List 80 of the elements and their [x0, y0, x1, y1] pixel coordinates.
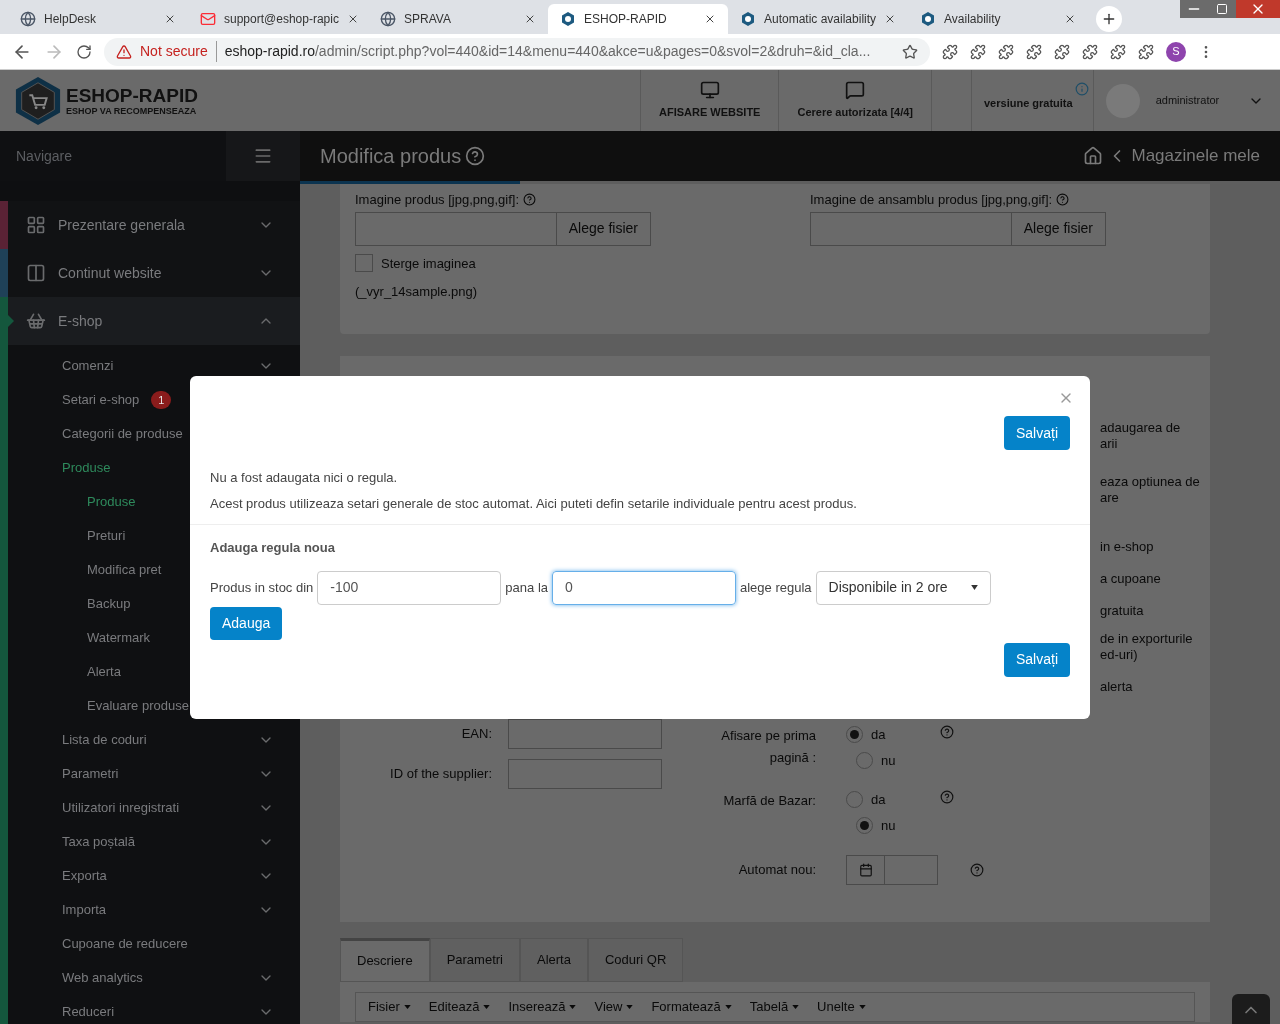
- content-tab[interactable]: Parametri: [429, 938, 520, 982]
- browser-tab[interactable]: ESHOP-RAPID: [548, 4, 728, 34]
- sidebar-item[interactable]: Continut website: [8, 249, 300, 297]
- submenu-item[interactable]: Cupoane de reducere: [8, 927, 300, 961]
- submenu-item[interactable]: Utilizatori inregistrati: [8, 791, 300, 825]
- editor-menu-button[interactable]: Fisier: [368, 997, 411, 1017]
- radio-label: nu: [881, 816, 896, 835]
- editor-menu-button[interactable]: View: [594, 997, 634, 1017]
- editor-menu-button[interactable]: Unelte: [817, 997, 866, 1017]
- option-text: a cupoane: [1100, 571, 1162, 587]
- browser-tab[interactable]: support@eshop-rapic: [188, 4, 368, 34]
- option-text: in e-shop: [1100, 539, 1155, 555]
- submenu-item[interactable]: Parametri: [8, 757, 300, 791]
- field-label: Marfă de Bazar:: [722, 792, 816, 810]
- number-field[interactable]: 0: [552, 570, 736, 605]
- content-tab[interactable]: Descriere: [340, 938, 430, 982]
- content-tab[interactable]: Coduri QR: [587, 938, 684, 982]
- navigation-heading: Navigare: [16, 146, 73, 166]
- submenu-item[interactable]: Comenzi: [8, 349, 300, 383]
- submenu-item[interactable]: Lista de coduri: [8, 723, 300, 757]
- add-button[interactable]: Adauga: [210, 606, 283, 640]
- filename-text: (_vyr_14sample.png): [355, 283, 479, 301]
- option-text: are: [1100, 490, 1120, 506]
- field-label: Produs in stoc din: [210, 578, 314, 597]
- upload-label: Imagine produs [jpg,png,gif]:: [355, 191, 520, 209]
- submenu-item[interactable]: Taxa poștală: [8, 825, 300, 859]
- field-label: EAN:: [461, 725, 492, 744]
- submenu-item[interactable]: Web analytics: [8, 961, 300, 995]
- save-button[interactable]: Salvați: [1003, 642, 1070, 677]
- sidebar-item[interactable]: E-shop: [8, 297, 300, 345]
- upload-label: Imagine de ansamblu produs [jpg,png,gif]:: [810, 191, 1053, 209]
- browser-tab[interactable]: SPRAVA: [368, 4, 548, 34]
- option-text: adaugarea de: [1100, 420, 1182, 436]
- sidebar-item[interactable]: Prezentare generala: [8, 201, 300, 249]
- version-label: versiune gratuita: [984, 96, 1073, 112]
- submenu-item[interactable]: Setari e-shop 1: [8, 383, 300, 417]
- browser-tab[interactable]: Availability: [908, 4, 1088, 34]
- field-label: alege regula: [740, 578, 812, 597]
- field-label: Afisare pe prima pagină :: [720, 727, 816, 767]
- option-text: de in exporturile: [1100, 631, 1194, 647]
- checkbox-label: Sterge imaginea: [381, 254, 476, 273]
- info-text: Acest produs utilizeaza setari generale de stoc automat. Aici puteti defin setarile individuale pentru acest produs.: [210, 494, 858, 513]
- editor-menu-button[interactable]: Editează: [428, 997, 491, 1017]
- user-name: administrator: [1155, 93, 1221, 109]
- radio-label: nu: [881, 751, 896, 770]
- option-text: gratuita: [1100, 603, 1145, 619]
- url-text: eshop-rapid.ro/admin/script.php?vol=440&id=14&menu=440&akce=u&pages=0&svol=2&druh=&id_cla...: [224, 42, 871, 61]
- option-text: arii: [1100, 436, 1119, 452]
- field-label: Automat nou:: [737, 861, 816, 880]
- rule-select[interactable]: Disponibile in 2 ore: [815, 570, 991, 605]
- profile-avatar[interactable]: S: [1166, 41, 1186, 62]
- option-text: eaza optiunea de: [1100, 474, 1201, 490]
- count-badge: 1: [151, 391, 172, 409]
- browser-tab[interactable]: HelpDesk: [8, 4, 188, 34]
- submenu-item[interactable]: Exporta: [8, 859, 300, 893]
- address-bar[interactable]: Not secure eshop-rapid.ro/admin/script.php?vol=440&id=14&menu=440&akce=u&pages=0&svol=2&druh=&id_cla...: [104, 37, 930, 66]
- file-field[interactable]: Alege fisier: [355, 211, 651, 246]
- radio-label: da: [871, 791, 886, 809]
- submenu-item[interactable]: Importa: [8, 893, 300, 927]
- logo-title: ESHOP-RAPID: [66, 85, 198, 105]
- submenu-item[interactable]: Reduceri: [8, 995, 300, 1024]
- editor-menu-button[interactable]: Inserează: [508, 997, 577, 1017]
- page-title: Modifica produs: [320, 144, 462, 169]
- content-tab[interactable]: Alerta: [520, 938, 588, 982]
- save-button[interactable]: Salvați: [1003, 416, 1070, 450]
- browser-tab[interactable]: Automatic availability: [728, 4, 908, 34]
- security-label: Not secure: [140, 41, 217, 62]
- option-text: ed-uri): [1100, 647, 1139, 663]
- breadcrumb-link[interactable]: Magazinele mele: [1131, 143, 1260, 169]
- file-field[interactable]: Alege fisier: [810, 211, 1106, 246]
- number-field[interactable]: -100: [317, 570, 502, 605]
- field-label: ID of the supplier:: [390, 765, 492, 784]
- radio-label: da: [871, 726, 886, 744]
- option-text: alerta: [1100, 679, 1134, 695]
- editor-menu-button[interactable]: Tabelă: [749, 997, 800, 1017]
- section-title: Adauga regula noua: [209, 539, 336, 557]
- editor-menu-button[interactable]: Formatează: [651, 997, 732, 1017]
- logo-subtitle: ESHOP VA RECOMPENSEAZA: [66, 106, 198, 116]
- field-label: pana la: [505, 578, 548, 597]
- info-text: Nu a fost adaugata nici o regula.: [210, 469, 399, 487]
